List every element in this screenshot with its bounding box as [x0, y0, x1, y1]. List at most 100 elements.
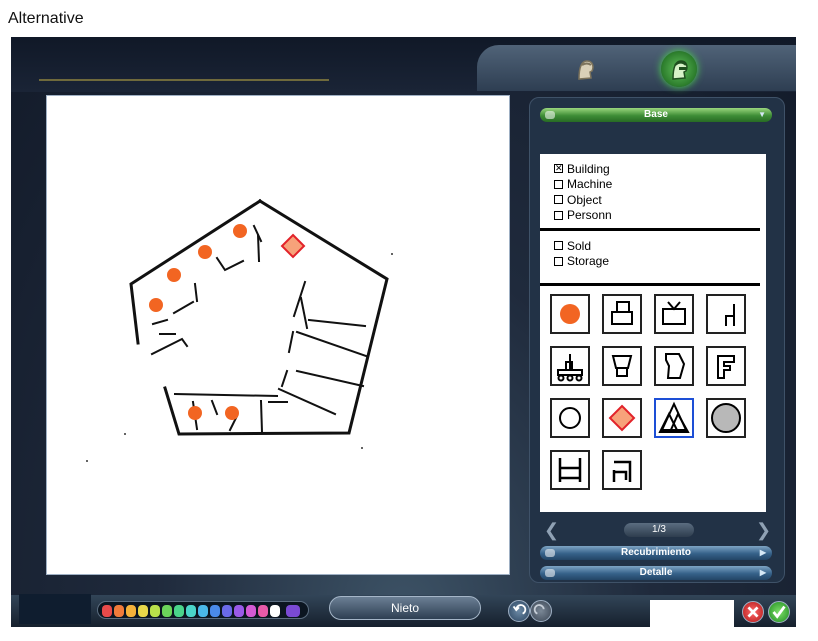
name-field[interactable]: Nieto — [329, 596, 481, 620]
mode-tab-strip — [477, 45, 796, 91]
catalog-item[interactable] — [550, 450, 590, 490]
color-swatch[interactable] — [234, 605, 244, 617]
color-swatch[interactable] — [270, 605, 280, 617]
person-headset-icon — [672, 60, 688, 80]
title-underline — [39, 79, 329, 81]
filter-label: Object — [567, 192, 602, 207]
catalog-item[interactable] — [654, 346, 694, 386]
section-detail[interactable]: Detalle ▶ — [540, 566, 772, 580]
color-swatch[interactable] — [138, 605, 148, 617]
expand-arrow-icon: ▶ — [759, 568, 766, 577]
color-swatch[interactable] — [286, 605, 300, 617]
grip-icon — [545, 549, 555, 557]
dropdown-arrow-icon: ▼ — [758, 110, 766, 119]
expand-arrow-icon: ▶ — [759, 548, 766, 557]
color-swatch[interactable] — [258, 605, 268, 617]
grip-icon — [545, 111, 555, 119]
tab-build-mode[interactable] — [661, 51, 697, 87]
catalog-item[interactable] — [550, 294, 590, 334]
stacked-boxes-icon — [611, 301, 633, 325]
filter-object[interactable]: Object — [554, 192, 612, 208]
checkbox-icon[interactable] — [554, 210, 563, 220]
catalog-item[interactable] — [602, 450, 642, 490]
section-overlay-label: Recubrimiento — [620, 547, 691, 558]
close-icon — [747, 606, 759, 618]
category-dropdown-label: Base — [644, 109, 668, 120]
undo-icon — [512, 604, 527, 615]
lamp-icon — [611, 355, 633, 377]
checkbox-icon[interactable] — [554, 179, 563, 189]
blank-area — [650, 600, 734, 627]
filter-label: Storage — [567, 254, 610, 269]
state-filter-group: Sold Storage — [554, 238, 609, 269]
catalog-item[interactable] — [706, 398, 746, 438]
filter-sold[interactable]: Sold — [554, 238, 609, 254]
cancel-button[interactable] — [742, 601, 764, 623]
color-swatch[interactable] — [222, 605, 232, 617]
color-swatch[interactable] — [246, 605, 256, 617]
catalog-item[interactable] — [706, 346, 746, 386]
color-swatch[interactable] — [162, 605, 172, 617]
color-palette — [97, 601, 309, 619]
type-filter-group: ✕ Building Machine Object Personn — [554, 161, 612, 223]
chair-outline-icon — [725, 304, 735, 326]
checkbox-icon[interactable] — [554, 256, 563, 266]
catalog-item[interactable] — [550, 398, 590, 438]
cart-icon — [557, 354, 583, 382]
redo-button[interactable] — [530, 600, 552, 622]
tab-sim-view[interactable] — [567, 51, 603, 87]
bottom-left-panel — [19, 594, 91, 624]
color-swatch[interactable] — [126, 605, 136, 617]
filter-building[interactable]: ✕ Building — [554, 161, 612, 177]
undo-button[interactable] — [508, 600, 530, 622]
catalog-item-selected[interactable] — [654, 398, 694, 438]
filter-label: Machine — [567, 177, 613, 192]
circle-outline-icon — [559, 407, 581, 429]
color-swatch[interactable] — [210, 605, 220, 617]
color-swatch[interactable] — [150, 605, 160, 617]
page-indicator: 1/3 — [624, 523, 694, 537]
page-next-arrow[interactable]: ❯ — [756, 519, 771, 541]
catalog-item[interactable] — [654, 294, 694, 334]
divider — [540, 283, 760, 286]
filter-storage[interactable]: Storage — [554, 254, 609, 270]
color-swatch[interactable] — [102, 605, 112, 617]
checkbox-icon[interactable] — [554, 195, 563, 205]
divider — [540, 228, 760, 231]
gray-circle-icon — [711, 403, 741, 433]
color-swatch[interactable] — [186, 605, 196, 617]
catalog-item[interactable] — [602, 398, 642, 438]
chair-icon — [612, 460, 632, 482]
f-shape-icon — [717, 355, 735, 379]
game-window: Base ▼ ✕ Building Machine Object Personn… — [11, 37, 796, 627]
filter-label: Building — [567, 161, 610, 176]
category-dropdown[interactable]: Base ▼ — [540, 108, 772, 122]
tv-icon — [662, 301, 686, 325]
orange-circle-icon — [560, 304, 580, 324]
color-swatch[interactable] — [114, 605, 124, 617]
filter-label: Sold — [567, 238, 592, 253]
page-prev-arrow[interactable]: ❮ — [544, 519, 559, 541]
filter-personn[interactable]: Personn — [554, 208, 612, 224]
color-swatch[interactable] — [174, 605, 184, 617]
catalog-item[interactable] — [602, 346, 642, 386]
catalog-item[interactable] — [706, 294, 746, 334]
confirm-button[interactable] — [768, 601, 790, 623]
catalog-listbox: ✕ Building Machine Object Personn Sold S… — [540, 154, 766, 512]
checkbox-icon[interactable]: ✕ — [554, 164, 563, 174]
redo-icon — [533, 604, 545, 615]
section-overlay[interactable]: Recubrimiento ▶ — [540, 546, 772, 560]
table-icon — [558, 458, 582, 482]
person-profile-icon — [578, 60, 594, 80]
color-swatch[interactable] — [198, 605, 208, 617]
catalog-item[interactable] — [550, 346, 590, 386]
section-detail-label: Detalle — [639, 567, 673, 578]
checkbox-icon[interactable] — [554, 241, 563, 251]
catalog-item[interactable] — [602, 294, 642, 334]
catalog-panel: Base ▼ ✕ Building Machine Object Personn… — [529, 97, 785, 583]
floor-plan-canvas[interactable] — [46, 95, 510, 575]
grip-icon — [545, 569, 555, 577]
caption-text: Alternative — [8, 10, 84, 27]
filter-machine[interactable]: Machine — [554, 177, 612, 193]
filter-label: Personn — [567, 208, 612, 223]
